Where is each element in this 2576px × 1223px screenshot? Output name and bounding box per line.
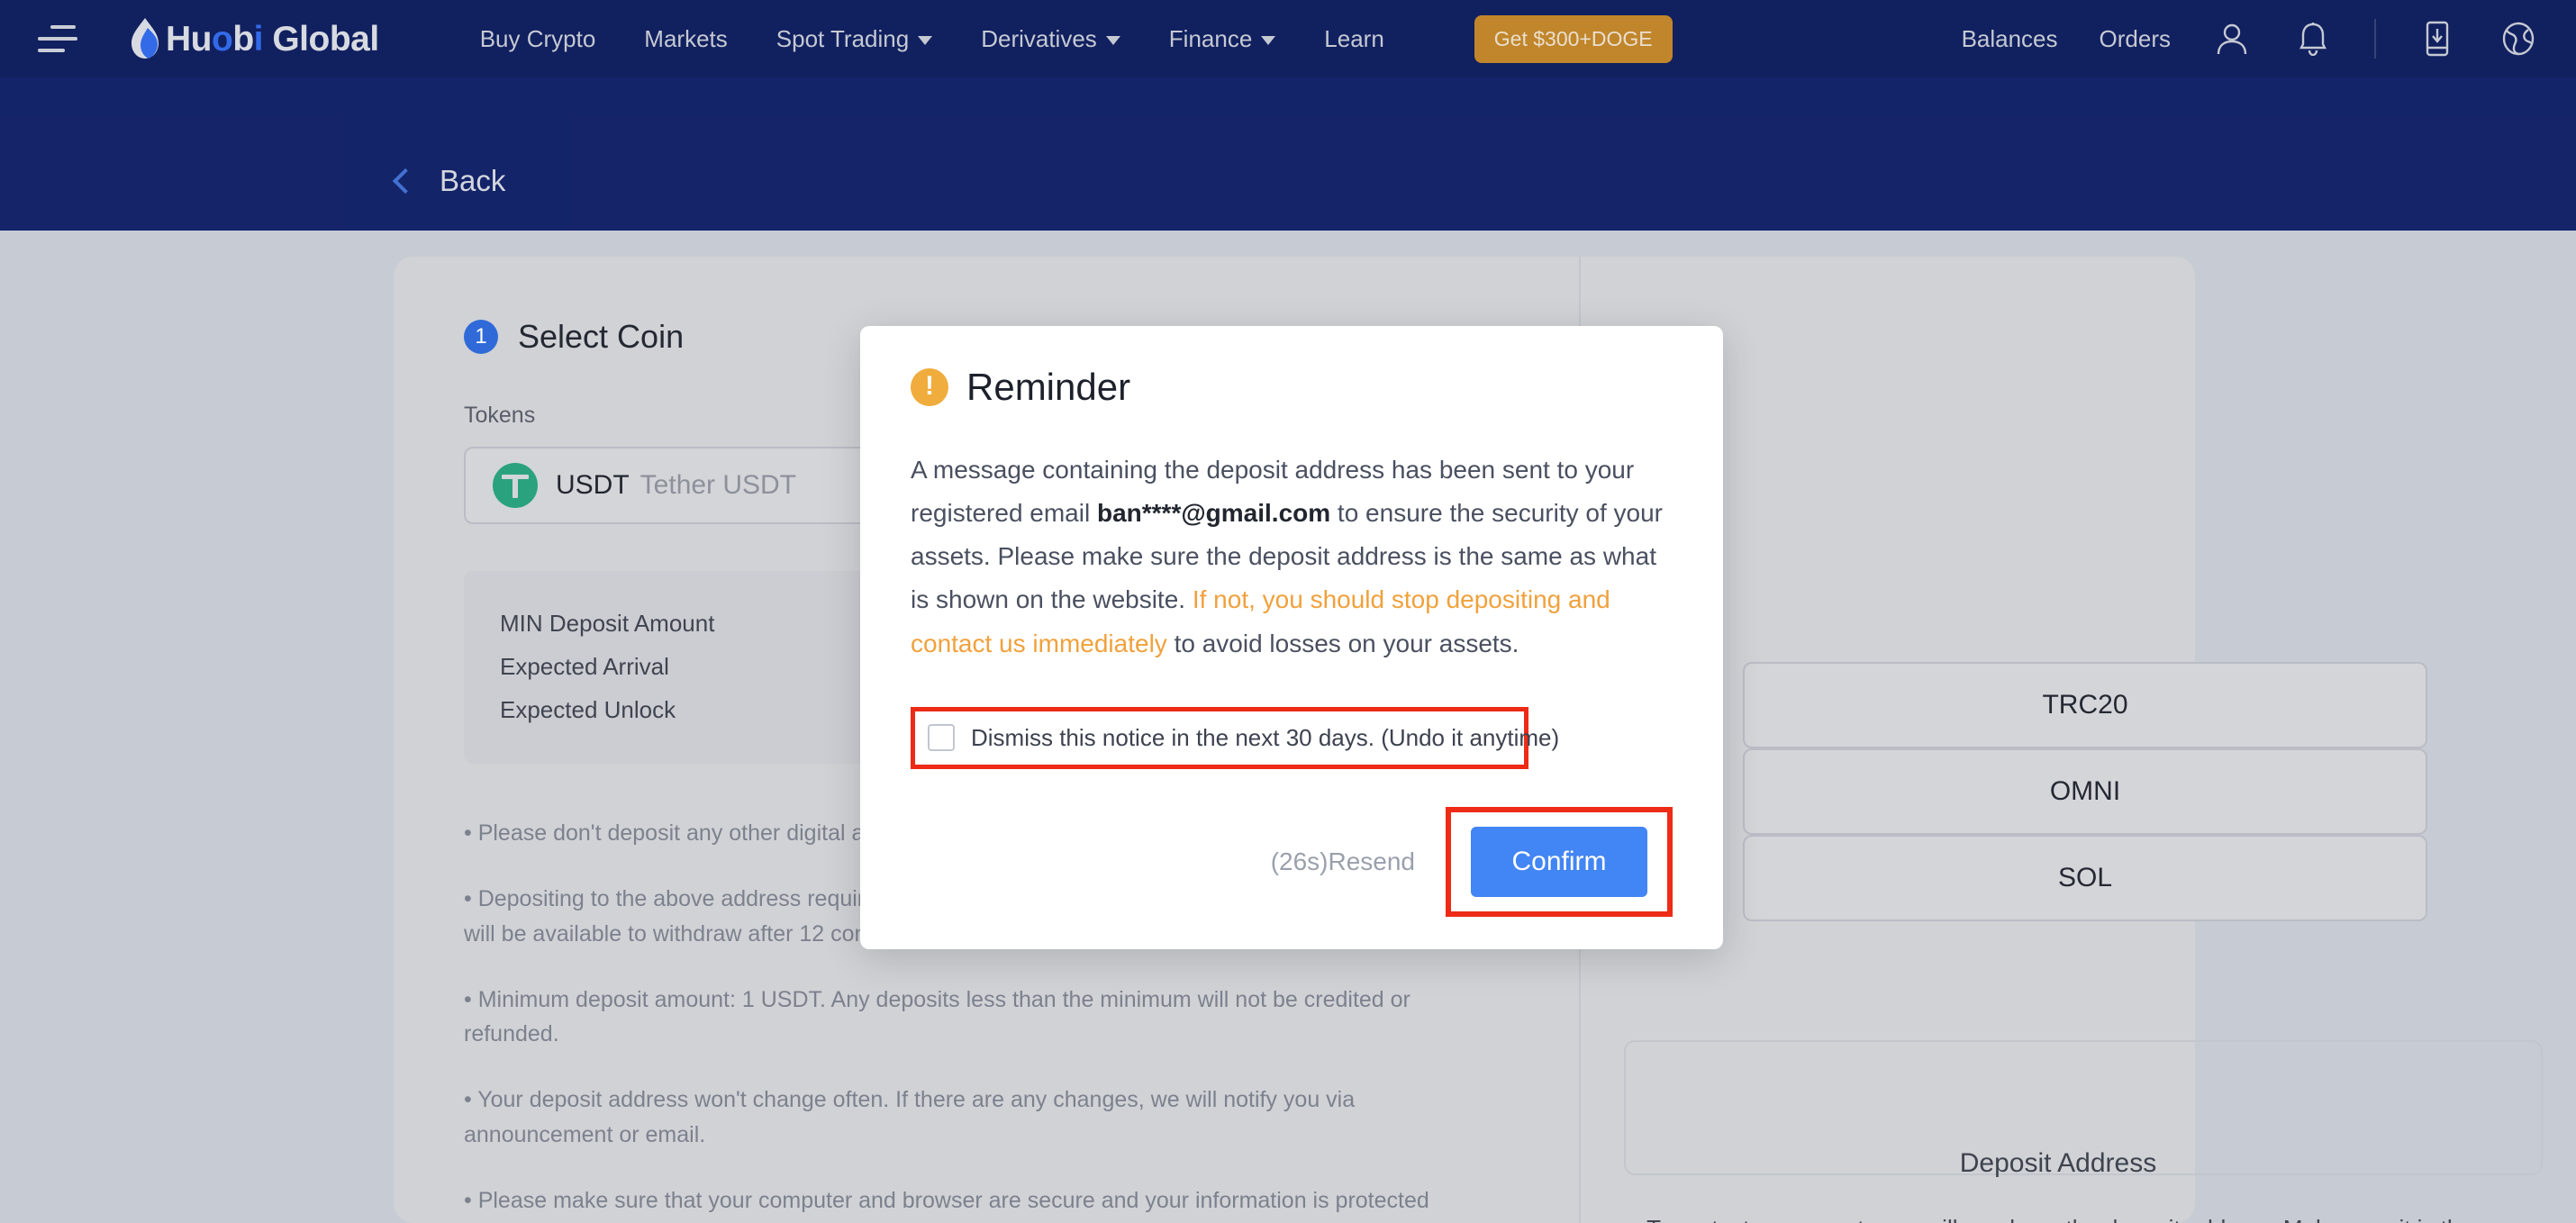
dismiss-notice-label[interactable]: Dismiss this notice in the next 30 days.… <box>971 724 1559 752</box>
confirm-button[interactable]: Confirm <box>1471 826 1647 897</box>
warning-icon: ! <box>911 368 948 406</box>
dismiss-notice-highlight: Dismiss this notice in the next 30 days.… <box>911 706 1559 769</box>
modal-footer: (26s)Resend Confirm <box>911 806 1673 917</box>
page-root: Huobi Global Buy Crypto Markets Spot Tra… <box>0 0 2576 1223</box>
modal-body-text: A message containing the deposit address… <box>911 448 1673 666</box>
modal-body-part-3: to avoid losses on your assets. <box>1174 629 1519 657</box>
modal-title: Reminder <box>966 366 1131 408</box>
modal-header: ! Reminder <box>911 366 1673 409</box>
reminder-modal: ! Reminder A message containing the depo… <box>860 326 1723 949</box>
masked-email: ban****@gmail.com <box>1096 499 1331 528</box>
dismiss-notice-checkbox[interactable] <box>928 724 955 752</box>
resend-link[interactable]: (26s)Resend <box>1271 847 1415 876</box>
confirm-button-highlight: Confirm <box>1446 806 1673 917</box>
